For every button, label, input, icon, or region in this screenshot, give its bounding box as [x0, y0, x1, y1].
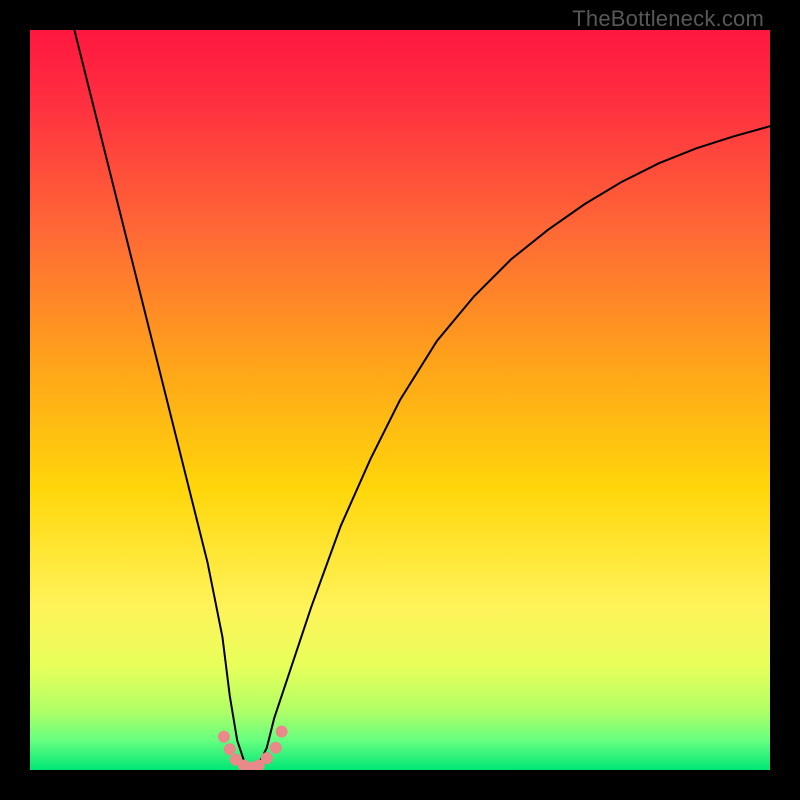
trough-marker	[270, 742, 282, 754]
chart-frame: TheBottleneck.com	[0, 0, 800, 800]
watermark-text: TheBottleneck.com	[572, 6, 764, 32]
trough-marker-group	[218, 726, 288, 770]
trough-marker	[276, 726, 288, 738]
bottleneck-curve-path	[74, 30, 770, 770]
trough-marker	[218, 731, 230, 743]
trough-marker	[224, 743, 236, 755]
trough-marker	[261, 752, 273, 764]
plot-area	[30, 30, 770, 770]
chart-svg	[30, 30, 770, 770]
